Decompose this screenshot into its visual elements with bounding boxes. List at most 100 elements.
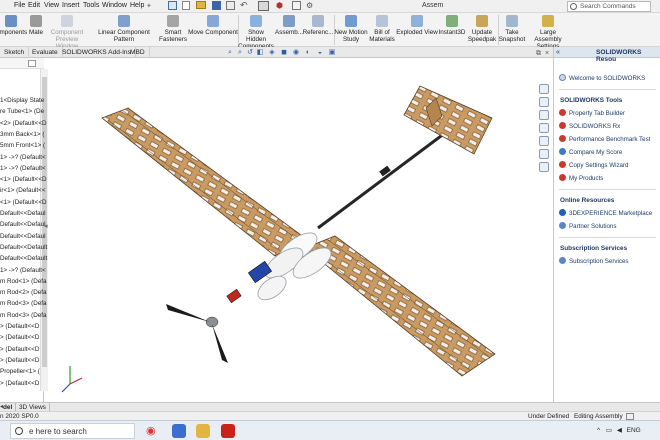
tree-item[interactable]: 3mm Back<1> ( bbox=[0, 131, 44, 138]
tree-item[interactable]: <2> (Default<<D bbox=[0, 120, 47, 127]
section-view-icon[interactable]: ◧ bbox=[256, 49, 264, 57]
tree-item[interactable]: > (Default<<D bbox=[0, 357, 39, 364]
partner-solutions-link[interactable]: Partner Solutions bbox=[559, 222, 616, 230]
tree-item[interactable]: 5mm Front<1> ( bbox=[0, 142, 45, 149]
collapse-task-pane-icon[interactable]: « bbox=[556, 49, 560, 56]
zoom-to-fit-icon[interactable]: ⌕ bbox=[226, 49, 234, 57]
copy-settings-wizard-link[interactable]: Copy Settings Wizard bbox=[559, 161, 629, 169]
menu-file[interactable]: File bbox=[14, 2, 25, 9]
tree-item[interactable]: 1> ->? (Default< bbox=[0, 165, 46, 172]
airplane-model-view[interactable] bbox=[50, 58, 552, 402]
hide-show-items-icon[interactable]: ◉ bbox=[292, 49, 300, 57]
move-component-button[interactable]: Move Component bbox=[188, 15, 238, 36]
menu-insert[interactable]: Insert bbox=[62, 2, 80, 9]
print-icon[interactable] bbox=[226, 1, 235, 10]
show-hidden-components-button[interactable]: Show Hidden Components bbox=[238, 15, 274, 50]
file-explorer-icon[interactable] bbox=[196, 424, 210, 438]
tree-item[interactable]: <1> (Default<<D bbox=[0, 199, 47, 206]
tree-item[interactable]: 1> ->? (Default< bbox=[0, 267, 46, 274]
tree-item[interactable]: > (Default<<D bbox=[0, 380, 39, 387]
edit-appearance-icon[interactable]: ◐ bbox=[304, 49, 312, 57]
tree-item[interactable]: re Tube<1> (De bbox=[0, 108, 44, 115]
welcome-link[interactable]: Welcome to SOLIDWORKS bbox=[559, 74, 645, 82]
viewport-restore-icon[interactable]: ⧉ bbox=[536, 50, 541, 58]
tree-item[interactable]: <1> (Default<<D bbox=[0, 176, 47, 183]
design-library-icon[interactable] bbox=[539, 97, 549, 107]
subscription-services-link[interactable]: Subscription Services bbox=[559, 257, 629, 265]
pin-icon[interactable]: ✦ bbox=[146, 2, 152, 10]
tree-item[interactable]: Default<<Defaul bbox=[0, 221, 46, 228]
solidworks-rx-link[interactable]: SOLIDWORKS Rx bbox=[559, 122, 620, 130]
graphics-area[interactable] bbox=[50, 58, 552, 402]
tab-mbd[interactable]: MBD bbox=[126, 47, 150, 58]
property-tab-builder-link[interactable]: Property Tab Builder bbox=[559, 109, 625, 117]
smart-fasteners-button[interactable]: Smart Fasteners bbox=[158, 15, 188, 43]
search-commands-input[interactable]: Search Commands bbox=[567, 1, 651, 12]
view-orientation-icon[interactable]: ◈ bbox=[268, 49, 276, 57]
menu-window[interactable]: Window bbox=[102, 2, 127, 9]
menu-tools[interactable]: Tools bbox=[83, 2, 99, 9]
motor-mount[interactable] bbox=[226, 288, 242, 304]
menu-view[interactable]: View bbox=[44, 2, 59, 9]
file-explorer-icon[interactable] bbox=[539, 110, 549, 120]
status-options-icon[interactable] bbox=[626, 413, 634, 420]
home-icon[interactable] bbox=[168, 1, 177, 10]
instant3d-button[interactable]: Instant3D bbox=[438, 15, 466, 36]
solidworks-forum-icon[interactable] bbox=[539, 162, 549, 172]
tree-item[interactable]: Default<<Default bbox=[0, 244, 47, 251]
tree-item[interactable]: 1<Display State bbox=[0, 97, 44, 104]
tree-item[interactable]: Default<<Defaul bbox=[0, 233, 46, 240]
tree-item[interactable]: ir<1> (Default<< bbox=[0, 187, 46, 194]
linear-component-pattern-button[interactable]: Linear Component Pattern bbox=[88, 15, 160, 43]
tab-sketch[interactable]: Sketch bbox=[0, 47, 30, 58]
new-motion-study-button[interactable]: New Motion Study bbox=[334, 15, 368, 43]
exploded-view-button[interactable]: Exploded View bbox=[396, 15, 438, 36]
compare-my-score-link[interactable]: Compare My Score bbox=[559, 148, 622, 156]
component-preview-window-button[interactable]: Component Preview Window bbox=[46, 15, 88, 50]
tree-item[interactable]: m Rod<1> (Defa bbox=[0, 278, 47, 285]
tree-item[interactable]: Propeller<1> ( bbox=[0, 368, 40, 375]
undo-icon[interactable]: ↶ bbox=[240, 0, 248, 11]
custom-properties-icon[interactable] bbox=[539, 149, 549, 159]
reference-geometry-button[interactable]: Referenc... bbox=[302, 15, 334, 36]
tree-item[interactable]: > (Default<<D bbox=[0, 334, 39, 341]
viewport-close-icon[interactable]: × bbox=[545, 50, 549, 57]
options-gear-icon[interactable]: ⚙ bbox=[306, 1, 313, 10]
filter-icon[interactable] bbox=[28, 60, 36, 67]
bill-of-materials-button[interactable]: Bill of Materials bbox=[368, 15, 396, 43]
tray-arrow-icon[interactable]: ^ bbox=[597, 427, 600, 434]
display-style-icon[interactable]: ◼ bbox=[280, 49, 288, 57]
volume-icon[interactable]: ◀ bbox=[617, 427, 622, 434]
tree-item[interactable]: m Rod<3> (Defa bbox=[0, 312, 47, 319]
new-document-icon[interactable] bbox=[182, 1, 190, 10]
mate-button[interactable]: Mate bbox=[26, 15, 46, 36]
performance-benchmark-link[interactable]: Performance Benchmark Test bbox=[559, 135, 650, 143]
resources-home-icon[interactable] bbox=[539, 84, 549, 94]
select-arrow-icon[interactable] bbox=[258, 1, 269, 11]
view-palette-icon[interactable] bbox=[539, 123, 549, 133]
save-icon[interactable] bbox=[212, 1, 221, 10]
chrome-icon[interactable]: ◉ bbox=[146, 424, 156, 437]
take-snapshot-button[interactable]: Take Snapshot bbox=[498, 15, 526, 43]
tree-item[interactable]: Default<<Defaul bbox=[0, 210, 46, 217]
file-properties-icon[interactable] bbox=[292, 1, 301, 10]
large-assembly-settings-button[interactable]: Large Assembly Settings bbox=[526, 15, 570, 50]
tree-item[interactable]: 1> ->? (Default< bbox=[0, 154, 46, 161]
propeller[interactable] bbox=[166, 304, 228, 363]
taskbar-search-input[interactable]: e here to search bbox=[10, 423, 135, 439]
language-indicator[interactable]: ENG bbox=[627, 427, 641, 434]
collapse-panel-handle[interactable]: ◂ bbox=[44, 222, 48, 230]
apply-scene-icon[interactable]: ◒ bbox=[316, 49, 324, 57]
tree-scrollbar[interactable] bbox=[40, 69, 48, 391]
3dexperience-marketplace-link[interactable]: 3DEXPERIENCE Marketplace bbox=[559, 209, 652, 217]
open-folder-icon[interactable] bbox=[196, 1, 206, 9]
update-speedpak-button[interactable]: Update Speedpak bbox=[466, 15, 498, 43]
view-settings-icon[interactable]: ▣ bbox=[328, 49, 336, 57]
tail-stabilizer[interactable] bbox=[403, 85, 493, 155]
appearances-icon[interactable] bbox=[539, 136, 549, 146]
network-icon[interactable]: ▭ bbox=[606, 427, 612, 434]
rebuild-icon[interactable]: ⬢ bbox=[276, 1, 283, 10]
tree-item[interactable]: > (Default<<D bbox=[0, 323, 39, 330]
my-products-link[interactable]: My Products bbox=[559, 174, 603, 182]
tree-item[interactable]: > (Default<<D bbox=[0, 346, 39, 353]
